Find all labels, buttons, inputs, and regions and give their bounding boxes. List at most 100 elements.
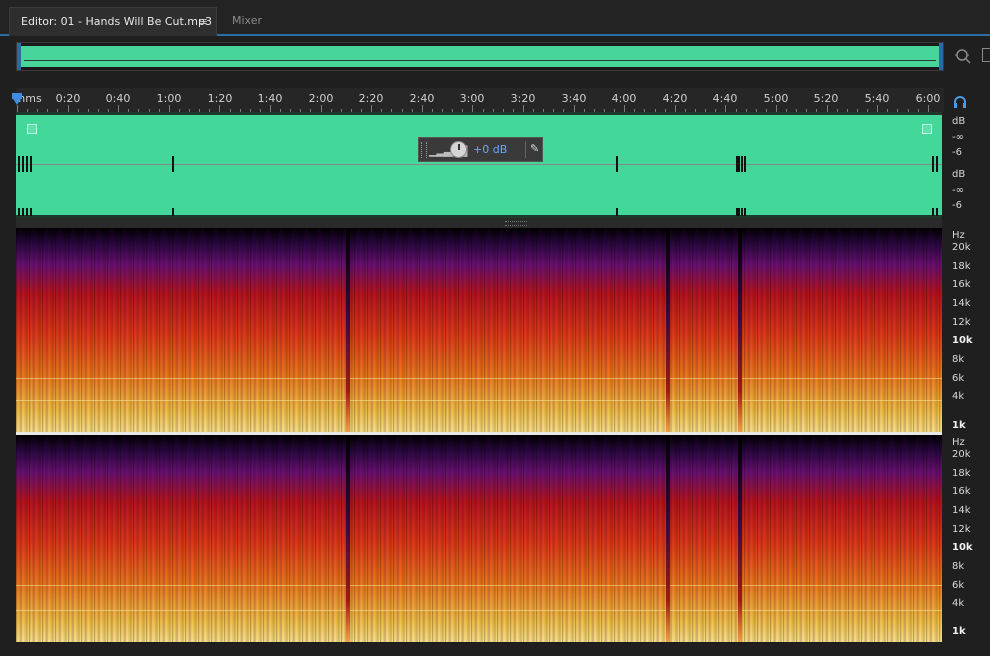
waveform-peak: [18, 208, 20, 216]
ruler-tick: [219, 105, 221, 112]
ruler-tick: [674, 105, 676, 112]
ruler-label: 5:20: [813, 92, 839, 105]
overview-navigator[interactable]: [16, 42, 944, 71]
spectrogram-band: [16, 400, 942, 401]
waveform-peak: [172, 208, 174, 216]
waveform-peak: [616, 156, 618, 172]
overview-wave-line: [24, 60, 936, 61]
headphones-icon[interactable]: [953, 95, 967, 112]
waveform-peak: [936, 208, 938, 216]
waveform-peak: [741, 208, 743, 216]
overview-right-handle[interactable]: [939, 43, 943, 70]
spectral-display-right[interactable]: [16, 435, 942, 642]
ruler-tick: [17, 105, 18, 112]
hz-label: 1k: [952, 420, 966, 431]
ruler-label: 5:40: [864, 92, 890, 105]
view-splitter[interactable]: [16, 218, 942, 228]
volume-knob[interactable]: [450, 141, 467, 158]
ruler-label: 4:40: [712, 92, 738, 105]
ruler-label: 0:40: [105, 92, 131, 105]
waveform-peak: [18, 156, 20, 172]
ruler-label: 3:40: [561, 92, 587, 105]
ruler-tick: [776, 105, 777, 112]
waveform-peak: [744, 156, 746, 172]
tab-mixer[interactable]: Mixer: [220, 7, 288, 34]
ruler-label: 1:20: [207, 92, 233, 105]
hz-label: 20k: [952, 449, 971, 460]
volume-value[interactable]: +0 dB: [473, 143, 507, 156]
ruler-label: 4:20: [662, 92, 688, 105]
splitter-grip[interactable]: [505, 221, 527, 226]
panel-options-icon[interactable]: [982, 48, 990, 62]
ruler-label: 1:00: [156, 92, 182, 105]
waveform-peak: [932, 156, 934, 172]
ruler-tick: [624, 105, 626, 112]
hz-label: 8k: [952, 354, 965, 365]
waveform-peak: [738, 208, 740, 216]
spectrogram-quiet-gap: [738, 228, 742, 432]
ruler-label: 5:00: [763, 92, 789, 105]
ruler-tick: [371, 105, 373, 112]
hz-label: 8k: [952, 561, 965, 572]
pin-icon[interactable]: ✎: [530, 142, 539, 155]
hz-label: 18k: [952, 261, 971, 272]
hz-label: 14k: [952, 298, 971, 309]
ruler-label: 3:00: [459, 92, 485, 105]
db-minus6-label: -6: [952, 147, 962, 158]
ruler-label: 2:40: [409, 92, 435, 105]
spectrogram-texture: [16, 228, 942, 432]
amplitude-scale: dB -∞ -6 dB -∞ -6: [944, 112, 990, 218]
waveform-peak: [22, 208, 24, 216]
frequency-scale-right: Hz 20k 18k 16k 14k 12k 10k 8k 6k 4k 1k: [944, 435, 990, 642]
hz-label: 10k: [952, 542, 973, 553]
spectrogram-quiet-gap: [738, 435, 742, 642]
tab-mixer-label: Mixer: [232, 14, 263, 27]
playhead-marker[interactable]: [12, 97, 22, 105]
spectrogram-quiet-gap: [666, 435, 670, 642]
time-ruler[interactable]: hms 0:20 0:40 1:00 1:20 1:40 2:00 2:20 2…: [16, 88, 944, 112]
ruler-tick: [523, 105, 524, 112]
ruler-tick: [826, 105, 828, 112]
spectrogram-quiet-gap: [346, 435, 350, 642]
ruler-tick: [573, 105, 575, 112]
spectrogram-quiet-gap: [666, 228, 670, 432]
waveform-peak: [741, 156, 743, 172]
hz-label: 18k: [952, 468, 971, 479]
fade-in-handle[interactable]: [27, 124, 37, 134]
hud-divider: [525, 141, 526, 158]
channel-center-line: [16, 164, 942, 165]
db-inf-label: -∞: [952, 185, 964, 196]
waveform-peak: [936, 156, 938, 172]
ruler-label: 3:20: [510, 92, 536, 105]
waveform-peak: [738, 156, 740, 172]
panel-menu-icon[interactable]: ≡: [199, 8, 208, 35]
hz-unit-label: Hz: [952, 437, 965, 448]
waveform-peak: [172, 156, 174, 172]
ruler-tick: [67, 105, 69, 112]
ruler-label: 6:00: [915, 92, 941, 105]
volume-hud[interactable]: ▁▂▃▅▇ +0 dB ✎: [418, 137, 543, 162]
waveform-peak: [26, 156, 28, 172]
overview-left-handle[interactable]: [17, 43, 21, 70]
frequency-scale-left: Hz 20k 18k 16k 14k 12k 10k 8k 6k 4k 1k: [944, 228, 990, 432]
hud-grip[interactable]: [421, 142, 427, 158]
spectrogram-band: [16, 378, 942, 379]
db-minus6-label: -6: [952, 200, 962, 211]
spectral-display-left[interactable]: [16, 228, 942, 432]
hz-label: 4k: [952, 598, 965, 609]
ruler-tick: [877, 105, 879, 112]
spectrogram-band: [16, 585, 942, 586]
tab-editor[interactable]: Editor: 01 - Hands Will Be Cut.mp3 ≡: [9, 7, 217, 36]
hz-label: 6k: [952, 580, 965, 591]
ruler-label: 2:20: [358, 92, 384, 105]
fade-out-handle[interactable]: [922, 124, 932, 134]
hz-unit-label: Hz: [952, 230, 965, 241]
hz-label: 12k: [952, 317, 971, 328]
db-unit-label: dB: [952, 169, 966, 180]
overview-waveform: [20, 46, 940, 67]
waveform-peak: [616, 208, 618, 216]
waveform-display[interactable]: [16, 112, 942, 218]
zoom-icon[interactable]: [954, 47, 972, 65]
waveform-peak: [30, 208, 32, 216]
waveform-peak: [30, 156, 32, 172]
